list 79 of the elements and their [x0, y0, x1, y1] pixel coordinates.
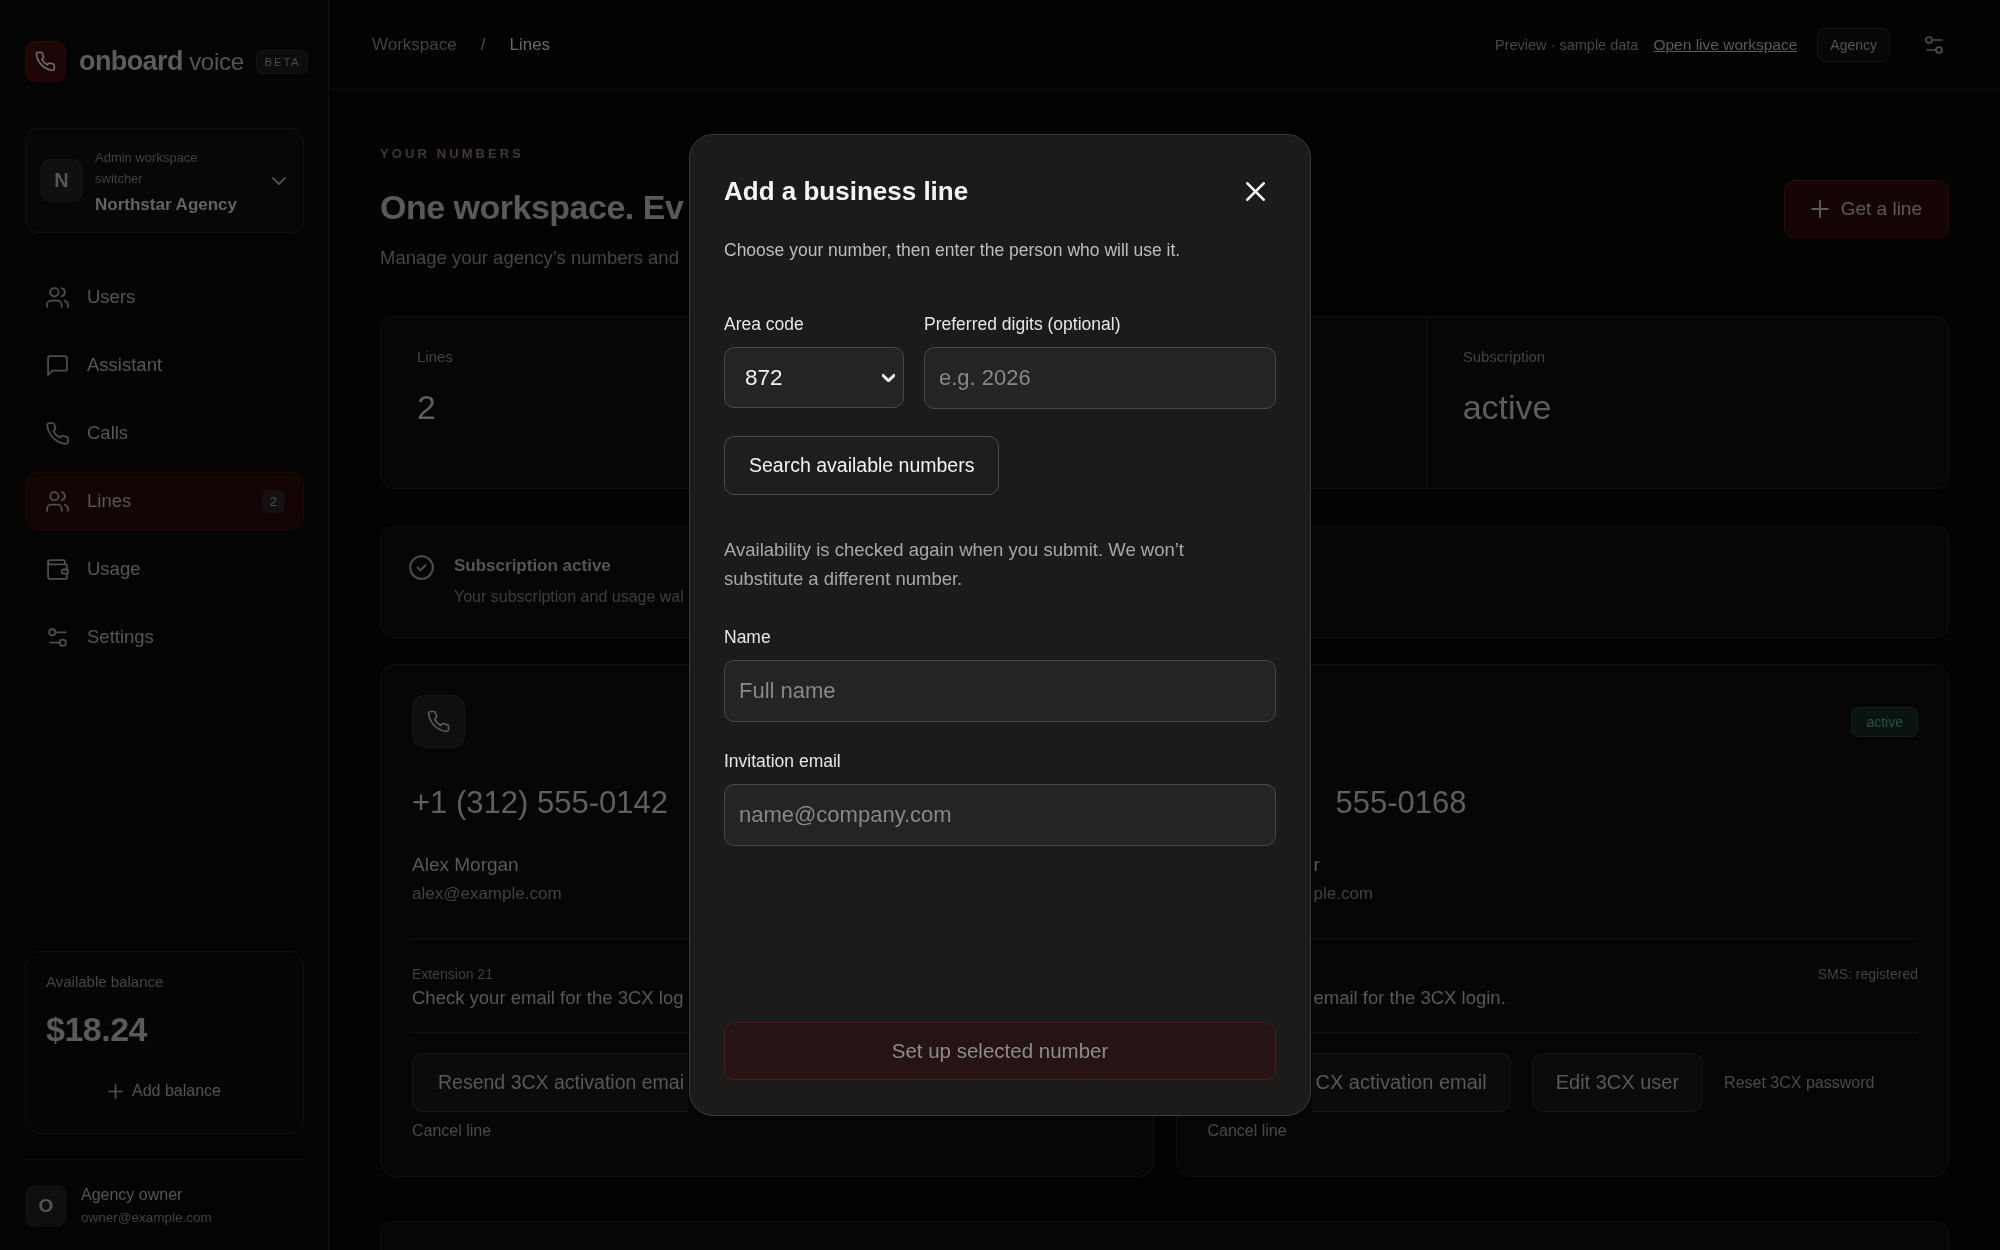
sliders-icon — [46, 625, 69, 649]
login-note: Check your email for the 3CX log — [412, 986, 684, 1010]
balance-amount: $18.24 — [46, 1009, 147, 1050]
contact-name: r — [1313, 853, 1320, 877]
chat-bubble-icon — [46, 353, 69, 377]
count-badge: 2 — [261, 489, 285, 513]
stat-label: Lines — [417, 347, 453, 367]
extension-label: Extension 21 — [412, 966, 493, 982]
email-input[interactable]: name@company.com — [724, 784, 1276, 846]
section-eyebrow: YOUR NUMBERS — [380, 146, 525, 162]
live-workspace-link[interactable]: Open live workspace — [1653, 35, 1798, 54]
nav-item[interactable]: Usage — [25, 540, 304, 598]
breadcrumb-link[interactable]: Lines — [509, 34, 551, 55]
user-avatar: O — [25, 1185, 67, 1227]
contact-email: alex@example.com — [412, 883, 562, 905]
dialog-title: Add a business line — [724, 175, 969, 207]
chevron-down-icon — [882, 373, 895, 382]
action-button[interactable]: CX activation email — [1311, 1053, 1511, 1112]
action-button[interactable]: Edit 3CX user — [1531, 1053, 1704, 1112]
field-label: Preferred digits (optional) — [924, 313, 1121, 335]
user-role: Agency owner — [81, 1185, 183, 1205]
cancel-line-link[interactable]: Cancel line — [412, 1121, 492, 1141]
contact-email: ple.com — [1313, 883, 1374, 905]
breadcrumb-separator: / — [480, 34, 486, 55]
action-button[interactable]: Resend 3CX activation emai — [412, 1053, 689, 1112]
field-label: Invitation email — [724, 750, 841, 772]
digits-input[interactable]: e.g. 2026 — [924, 347, 1276, 409]
area-code-select[interactable]: 872 — [724, 347, 904, 408]
status-badge: active — [1851, 706, 1918, 737]
user-email: owner@example.com — [81, 1209, 212, 1227]
nav-item[interactable]: Settings — [25, 608, 304, 666]
plus-icon — [108, 1083, 123, 1099]
workspace-avatar: N — [40, 159, 83, 202]
action-link[interactable]: Reset 3CX password — [1724, 1073, 1875, 1092]
sliders-icon — [1923, 35, 1945, 54]
nav-item[interactable]: Lines 2 — [25, 472, 304, 530]
banner-text: Your subscription and usage wal — [454, 587, 684, 607]
stat-label: Subscription — [1462, 347, 1546, 367]
phone-number: +1 (312) 555-0142 — [412, 784, 668, 822]
sms-status: SMS: registered — [1817, 966, 1918, 982]
name-input[interactable]: Full name — [724, 660, 1276, 722]
wallet-icon — [46, 557, 69, 581]
search-button[interactable]: Search available numbers — [724, 436, 1000, 495]
brand-name: onboard voice — [79, 46, 244, 77]
check-circle-icon — [409, 555, 434, 580]
contact-name: Alex Morgan — [412, 853, 519, 877]
login-note: email for the 3CX login. — [1313, 986, 1506, 1010]
get-line-button[interactable]: Get a line — [1783, 179, 1949, 238]
breadcrumb-link[interactable]: Workspace — [372, 34, 457, 55]
stat-value: 2 — [417, 387, 436, 428]
phone-icon — [46, 421, 69, 445]
availability-notice: Availability is checked again when you submit. We won’t substitute a different number. — [724, 538, 1185, 591]
field-label: Area code — [724, 313, 804, 335]
plus-icon — [1810, 199, 1829, 218]
users-icon — [46, 489, 69, 513]
switcher-label: Admin workspace switcher — [95, 148, 199, 188]
stat-value: active — [1462, 387, 1552, 428]
role-badge: Agency — [1817, 27, 1890, 62]
banner-title: Subscription active — [454, 555, 611, 577]
preview-note: Preview · sample data — [1494, 36, 1639, 53]
close-icon — [1245, 181, 1265, 201]
field-label: Name — [724, 626, 771, 648]
workspace-name: Northstar Agency — [95, 194, 237, 215]
workspace-switcher[interactable]: N Admin workspace switcher Northstar Agency — [25, 128, 304, 233]
chevron-down-icon — [272, 176, 286, 185]
page-description: Manage your agency’s numbers and — [380, 246, 679, 270]
cancel-line-link[interactable]: Cancel line — [1207, 1121, 1287, 1141]
nav-item[interactable]: Assistant — [25, 336, 304, 394]
dialog-subtitle: Choose your number, then enter the person who will use it. — [724, 239, 1182, 262]
phone-number: 555-0168 — [1335, 784, 1467, 822]
add-balance-button[interactable]: Add balance — [104, 1074, 225, 1108]
nav-item[interactable]: Calls — [25, 404, 304, 462]
users-icon — [46, 285, 69, 309]
nav-item[interactable]: Users — [25, 268, 304, 326]
phone-icon — [412, 695, 465, 748]
balance-label: Available balance — [46, 972, 164, 992]
phone-logo-icon — [25, 41, 66, 82]
beta-badge: BETA — [255, 49, 308, 74]
page-title: One workspace. Ev — [380, 187, 684, 228]
